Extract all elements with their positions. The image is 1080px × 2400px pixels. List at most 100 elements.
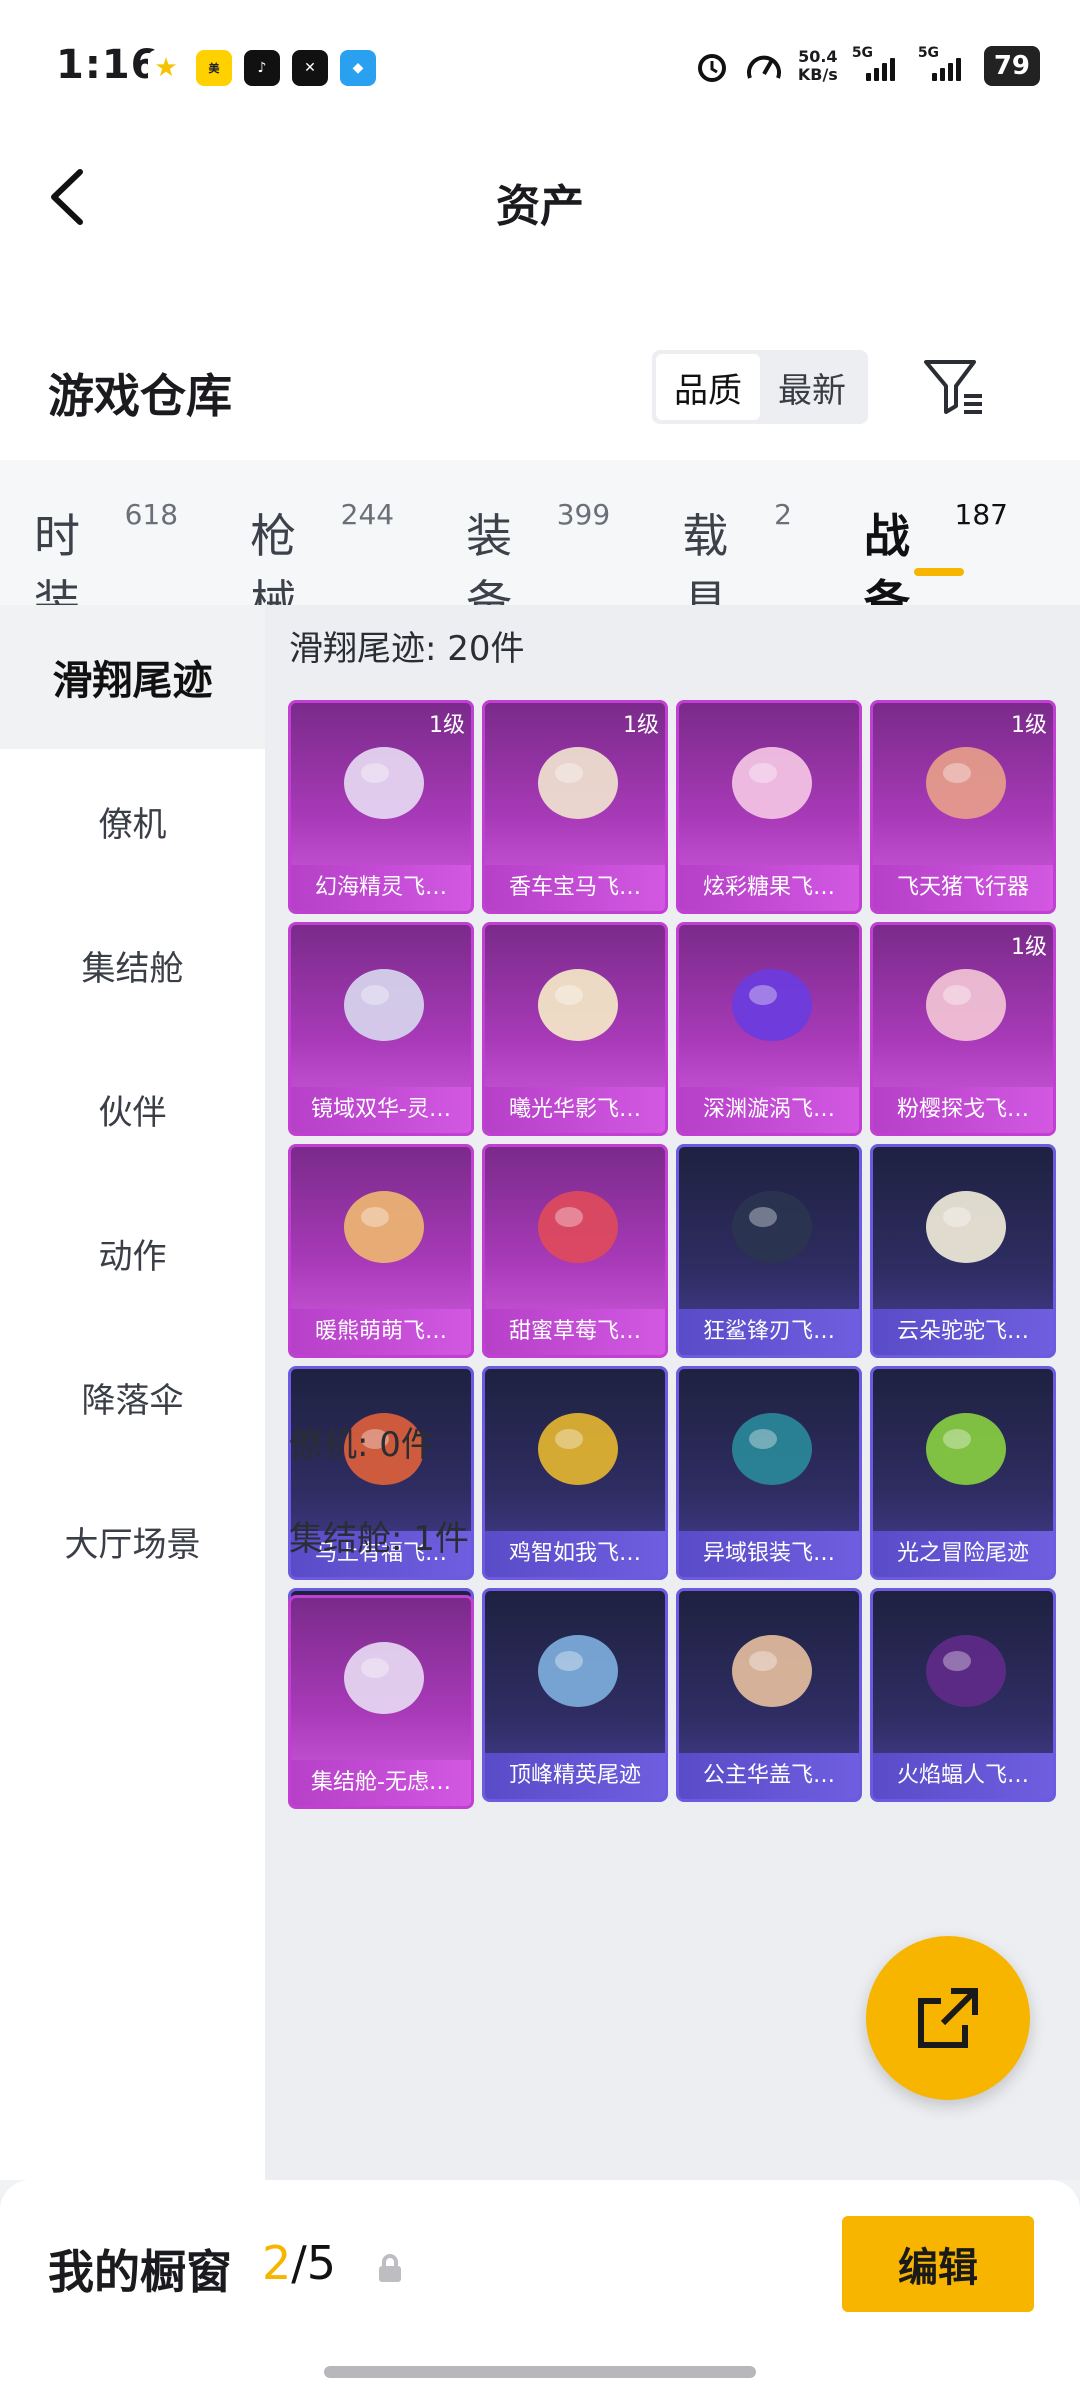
item-name: 曦光华影飞… — [485, 1087, 665, 1133]
item-thumbnail-icon — [926, 1191, 1006, 1263]
section-title-capsule: 集结舱: 1件 — [289, 1519, 469, 1559]
showcase-label: 我的橱窗 — [48, 2245, 232, 2299]
item-level-badge: 1级 — [623, 713, 659, 738]
signal-icon-1: 5G — [852, 45, 904, 81]
item-thumbnail-icon — [344, 747, 424, 819]
warehouse-title: 游戏仓库 — [48, 369, 232, 423]
section-title-wingman: 僚机: 0件 — [289, 1425, 435, 1465]
battery-indicator: 79 — [983, 46, 1040, 86]
share-external-icon — [918, 1988, 978, 2048]
lock-icon — [379, 2254, 401, 2282]
item-card[interactable]: 顶峰精英尾迹 — [482, 1588, 668, 1802]
item-thumbnail-icon — [926, 1635, 1006, 1707]
sidebar-item-capsule[interactable]: 集结舱 — [0, 893, 265, 1037]
speedometer-icon — [746, 55, 781, 79]
active-tab-underline — [913, 568, 964, 576]
app-icon-tiktok: ♪ — [244, 50, 280, 86]
item-thumbnail-icon — [732, 969, 812, 1041]
item-card[interactable]: 集结舱-无虑… — [288, 1595, 474, 1809]
item-level-badge: 1级 — [429, 713, 465, 738]
item-thumbnail-icon — [926, 1413, 1006, 1485]
item-card[interactable]: 火焰蝠人飞… — [870, 1588, 1056, 1802]
sidebar-item-emote[interactable]: 动作 — [0, 1181, 265, 1325]
item-name: 甜蜜草莓飞… — [485, 1309, 665, 1355]
edit-button[interactable]: 编辑 — [842, 2216, 1034, 2312]
signal-icon-2: 5G — [918, 45, 970, 81]
item-thumbnail-icon — [538, 1635, 618, 1707]
sidebar-item-partner[interactable]: 伙伴 — [0, 1037, 265, 1181]
sidebar-item-wingman[interactable]: 僚机 — [0, 749, 265, 893]
item-name: 炫彩糖果飞… — [679, 865, 859, 911]
app-header: 资产 — [0, 130, 1080, 330]
item-thumbnail-icon — [538, 1191, 618, 1263]
item-thumbnail-icon — [344, 1642, 424, 1714]
app-icon-feather: ◆ — [340, 50, 376, 86]
subcategory-sidebar: 滑翔尾迹 僚机 集结舱 伙伴 动作 降落伞 大厅场景 — [0, 605, 265, 2180]
item-card[interactable]: 暖熊萌萌飞… — [288, 1144, 474, 1358]
net-speed: 50.4 KB/s — [797, 47, 838, 84]
sort-newest[interactable]: 最新 — [760, 354, 864, 420]
item-name: 幻海精灵飞… — [291, 865, 471, 911]
item-card[interactable]: 公主华盖飞… — [676, 1588, 862, 1802]
item-card[interactable]: 光之冒险尾迹 — [870, 1366, 1056, 1580]
sort-quality[interactable]: 品质 — [656, 354, 760, 420]
category-tabs: 时装 618 枪械 244 装备 399 载具 2 战备 187 — [0, 460, 1080, 629]
sidebar-item-glide-trail[interactable]: 滑翔尾迹 — [0, 605, 265, 749]
notification-icons: ★ 美 ♪ ✕ ◆ — [148, 50, 376, 86]
item-card[interactable]: 1级香车宝马飞… — [482, 700, 668, 914]
page-title: 资产 — [496, 181, 584, 232]
app-icon-meituan: 美 — [196, 50, 232, 86]
item-card[interactable]: 1级飞天猪飞行器 — [870, 700, 1056, 914]
item-name: 飞天猪飞行器 — [873, 865, 1053, 911]
item-thumbnail-icon — [344, 969, 424, 1041]
item-thumbnail-icon — [732, 1413, 812, 1485]
item-thumbnail-icon — [538, 747, 618, 819]
item-name: 鸡智如我飞… — [485, 1531, 665, 1577]
item-name: 云朵驼驼飞… — [873, 1309, 1053, 1355]
app-icon-capcut: ✕ — [292, 50, 328, 86]
item-card[interactable]: 镜域双华-灵… — [288, 922, 474, 1136]
warehouse-header: 游戏仓库 品质 最新 — [0, 330, 1080, 460]
status-time: 1:16 — [56, 42, 160, 88]
item-name: 镜域双华-灵… — [291, 1087, 471, 1133]
item-name: 粉樱探戈飞… — [873, 1087, 1053, 1133]
filter-icon — [924, 360, 982, 414]
app-icon-rabbit: ★ — [148, 50, 184, 86]
item-card[interactable]: 1级幻海精灵飞… — [288, 700, 474, 914]
item-name: 集结舱-无虑… — [291, 1760, 471, 1806]
alarm-icon — [697, 54, 726, 82]
showcase-count: 2/5 — [262, 2236, 337, 2290]
sidebar-item-lobby-scene[interactable]: 大厅场景 — [0, 1469, 265, 1613]
item-thumbnail-icon — [344, 1191, 424, 1263]
home-indicator[interactable] — [324, 2366, 756, 2378]
item-card[interactable]: 云朵驼驼飞… — [870, 1144, 1056, 1358]
item-name: 香车宝马飞… — [485, 865, 665, 911]
sidebar-item-parachute[interactable]: 降落伞 — [0, 1325, 265, 1469]
showcase-bar: 我的橱窗 2/5 编辑 — [0, 2180, 1080, 2400]
item-card[interactable]: 甜蜜草莓飞… — [482, 1144, 668, 1358]
item-name: 公主华盖飞… — [679, 1753, 859, 1799]
share-fab[interactable] — [866, 1936, 1030, 2100]
item-thumbnail-icon — [732, 1635, 812, 1707]
status-right: 50.4 KB/s 5G 5G 79 — [694, 45, 1040, 86]
item-thumbnail-icon — [538, 1413, 618, 1485]
item-card[interactable]: 1级粉樱探戈飞… — [870, 922, 1056, 1136]
item-thumbnail-icon — [926, 747, 1006, 819]
item-name: 火焰蝠人飞… — [873, 1753, 1053, 1799]
item-card[interactable]: 异域银装飞… — [676, 1366, 862, 1580]
item-name: 狂鲨锋刃飞… — [679, 1309, 859, 1355]
item-card[interactable]: 狂鲨锋刃飞… — [676, 1144, 862, 1358]
item-card[interactable]: 深渊漩涡飞… — [676, 922, 862, 1136]
item-name: 光之冒险尾迹 — [873, 1531, 1053, 1577]
filter-button[interactable] — [920, 356, 990, 420]
item-level-badge: 1级 — [1011, 935, 1047, 960]
item-card[interactable]: 鸡智如我飞… — [482, 1366, 668, 1580]
item-name: 异域银装飞… — [679, 1531, 859, 1577]
item-card[interactable]: 炫彩糖果飞… — [676, 700, 862, 914]
item-thumbnail-icon — [926, 969, 1006, 1041]
item-card[interactable]: 曦光华影飞… — [482, 922, 668, 1136]
item-thumbnail-icon — [732, 1191, 812, 1263]
item-thumbnail-icon — [732, 747, 812, 819]
item-level-badge: 1级 — [1011, 713, 1047, 738]
item-name: 深渊漩涡飞… — [679, 1087, 859, 1133]
